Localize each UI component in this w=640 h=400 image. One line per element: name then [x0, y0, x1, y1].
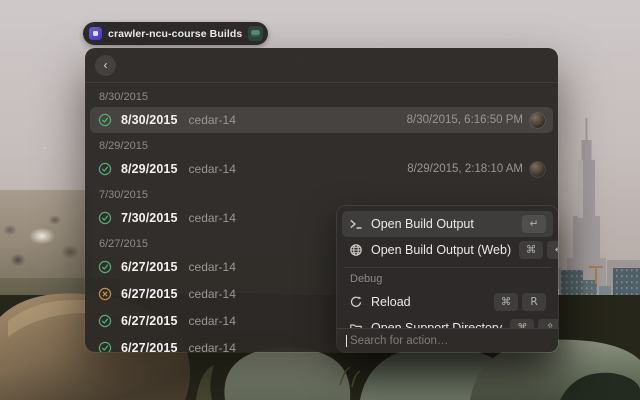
action-item[interactable]: Open Build Output ↵ — [342, 211, 553, 237]
committer-avatar — [530, 161, 545, 177]
panel-section-label: Debug — [350, 273, 383, 285]
check-circle-icon — [98, 314, 112, 328]
globe-icon — [350, 244, 362, 256]
build-row[interactable]: 8/30/2015 cedar-14 8/30/2015, 6:16:50 PM — [90, 107, 553, 133]
section-header: 8/30/2015 — [99, 91, 148, 103]
build-timestamp: 8/30/2015, 6:16:50 PM — [406, 114, 523, 126]
build-title: 6/27/2015 — [121, 287, 178, 301]
check-circle-icon — [98, 341, 112, 352]
action-label: Open Build Output — [371, 217, 474, 231]
committer-avatar — [530, 112, 545, 128]
text-caret — [346, 334, 347, 347]
shortcut-keys: ⌘ R — [494, 293, 546, 311]
graffiti-wall — [0, 190, 92, 286]
check-circle-icon — [98, 211, 112, 225]
check-circle-icon — [98, 260, 112, 274]
action-list: Open Build Output ↵ Open Build Output (Web… — [337, 206, 558, 341]
build-title: 6/27/2015 — [121, 314, 178, 328]
key-cap: ⌘ — [519, 241, 544, 259]
build-timestamp: 8/29/2015, 2:18:10 AM — [407, 163, 523, 175]
pill-title: crawler-ncu-course Builds — [108, 27, 243, 40]
window-header: ‹ — [85, 48, 558, 83]
build-title: 8/30/2015 — [121, 113, 178, 127]
build-title: 8/29/2015 — [121, 162, 178, 176]
deeplink-pill[interactable]: crawler-ncu-course Builds — [83, 22, 269, 45]
key-cap: ↵ — [547, 241, 558, 259]
build-title: 6/27/2015 — [121, 341, 178, 352]
primary-actions: Open Build Output ↵ Open Build Output (Web… — [342, 211, 558, 263]
action-search-input[interactable] — [350, 334, 549, 347]
section-header: 8/29/2015 — [99, 140, 148, 152]
build-title: 7/30/2015 — [121, 211, 178, 225]
key-cap: ⌘ — [494, 293, 518, 311]
build-stack: cedar-14 — [188, 211, 236, 225]
build-title: 6/27/2015 — [121, 260, 178, 274]
shortcut-keys: ↵ — [522, 215, 546, 233]
back-button[interactable]: ‹ — [95, 54, 116, 76]
build-stack: cedar-14 — [188, 162, 236, 176]
action-item[interactable]: Open Build Output (Web) ⌘↵ — [342, 237, 558, 263]
build-row[interactable]: 8/29/2015 cedar-14 8/29/2015, 2:18:10 AM — [90, 156, 553, 182]
key-cap: ↵ — [522, 215, 546, 233]
terminal-icon — [350, 220, 362, 229]
app-icon — [248, 26, 264, 41]
check-circle-icon — [98, 113, 112, 127]
shortcut-keys: ⌘↵ — [519, 241, 558, 259]
action-item[interactable]: Reload ⌘ R — [342, 289, 553, 315]
extension-icon — [89, 27, 102, 40]
reload-icon — [350, 296, 362, 307]
key-cap: R — [522, 293, 546, 311]
x-circle-icon — [98, 287, 112, 301]
action-search-bar[interactable] — [337, 328, 558, 352]
build-stack: cedar-14 — [188, 287, 236, 301]
build-stack: cedar-14 — [188, 341, 236, 352]
action-label: Open Build Output (Web) — [371, 243, 512, 257]
action-panel: Open Build Output ↵ Open Build Output (Web… — [337, 206, 558, 352]
check-circle-icon — [98, 162, 112, 176]
panel-divider — [344, 267, 551, 268]
build-stack: cedar-14 — [188, 113, 236, 127]
build-stack: cedar-14 — [188, 260, 236, 274]
section-header: 7/30/2015 — [99, 189, 148, 201]
build-stack: cedar-14 — [188, 314, 236, 328]
action-label: Reload — [371, 295, 411, 309]
